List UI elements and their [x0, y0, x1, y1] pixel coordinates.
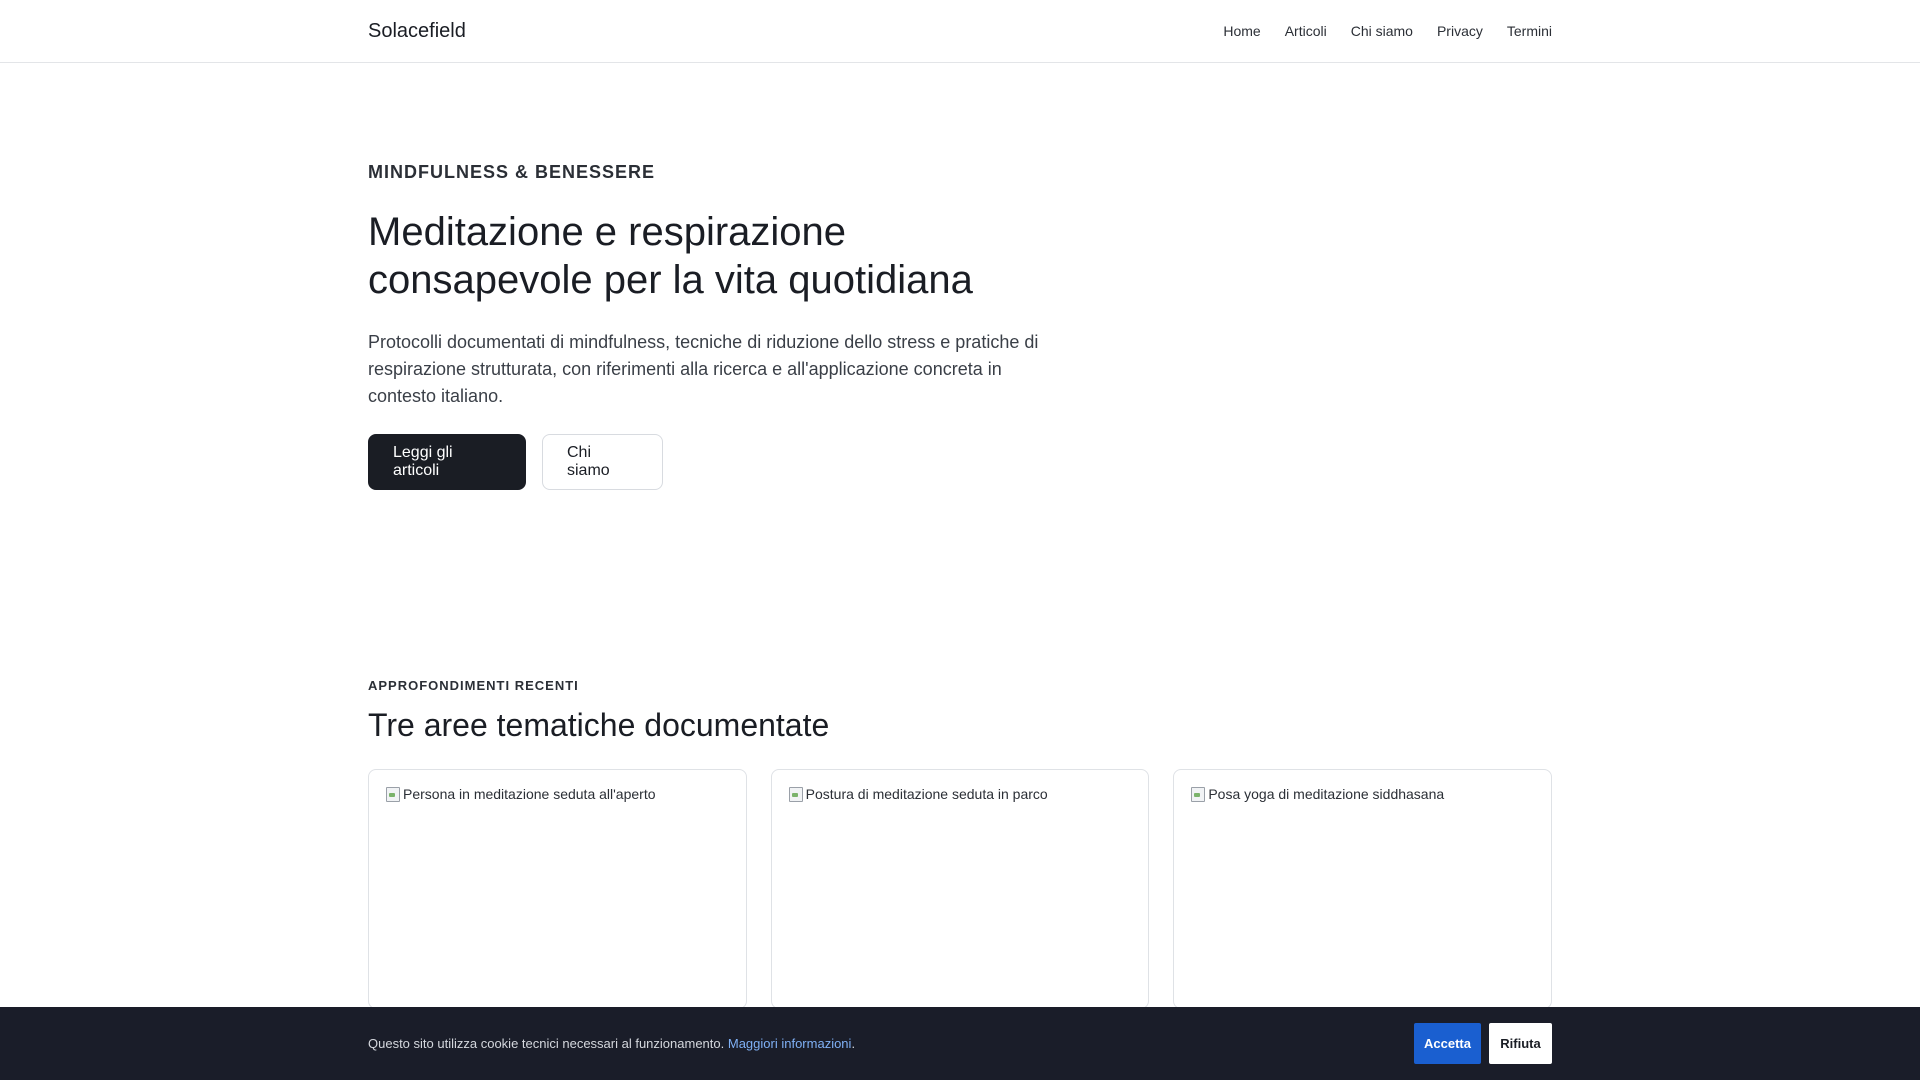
cookie-banner: Questo sito utilizza cookie tecnici nece… [0, 1007, 1920, 1080]
nav-privacy[interactable]: Privacy [1437, 23, 1483, 39]
cookie-reject-button[interactable]: Rifiuta [1489, 1023, 1552, 1064]
recent-eyebrow: APPROFONDIMENTI RECENTI [368, 678, 579, 693]
hero-actions: Leggi gli articoli Chi siamo [368, 434, 1552, 490]
cookie-text: Questo sito utilizza cookie tecnici nece… [368, 1036, 725, 1051]
cookie-more-info-link[interactable]: Maggiori informazioni [728, 1036, 852, 1051]
brand-logo[interactable]: Solacefield [368, 20, 466, 43]
card-image: Persona in meditazione seduta all'aperto [385, 786, 730, 802]
hero-title: Meditazione e respirazione consapevole p… [368, 210, 973, 302]
site-header: Solacefield Home Articoli Chi siamo Priv… [0, 0, 1920, 63]
card-image-alt: Persona in meditazione seduta all'aperto [403, 786, 656, 802]
article-cards: Persona in meditazione seduta all'aperto… [368, 769, 1553, 1009]
nav-termini[interactable]: Termini [1507, 23, 1552, 39]
hero-lead: Protocolli documentati di mindfulness, t… [368, 332, 1039, 406]
cookie-accept-button[interactable]: Accetta [1414, 1023, 1481, 1064]
broken-image-icon [385, 786, 401, 802]
nav-articoli[interactable]: Articoli [1285, 23, 1327, 39]
main-nav: Home Articoli Chi siamo Privacy Termini [1223, 23, 1552, 39]
recent-title: Tre aree tematiche documentate [368, 707, 830, 743]
card-image-alt: Postura di meditazione seduta in parco [805, 786, 1048, 802]
article-card[interactable]: Persona in meditazione seduta all'aperto [368, 769, 747, 1009]
card-image: Postura di meditazione seduta in parco [788, 786, 1133, 802]
article-card[interactable]: Posa yoga di meditazione siddhasana [1173, 769, 1553, 1009]
nav-chi-siamo[interactable]: Chi siamo [1351, 23, 1413, 39]
hero-section: MINDFULNESS & BENESSERE Meditazione e re… [0, 63, 1920, 490]
cookie-message: Questo sito utilizza cookie tecnici nece… [368, 1036, 856, 1051]
card-image-alt: Posa yoga di meditazione siddhasana [1208, 786, 1445, 802]
card-image: Posa yoga di meditazione siddhasana [1190, 786, 1535, 802]
cookie-actions: Accetta Rifiuta [1414, 1023, 1552, 1064]
nav-home[interactable]: Home [1223, 23, 1260, 39]
about-us-button[interactable]: Chi siamo [542, 434, 663, 490]
recent-section: APPROFONDIMENTI RECENTI Tre aree tematic… [0, 678, 1920, 1009]
broken-image-icon [788, 786, 804, 802]
read-articles-button[interactable]: Leggi gli articoli [368, 434, 526, 490]
article-card[interactable]: Postura di meditazione seduta in parco [770, 769, 1150, 1009]
broken-image-icon [1190, 786, 1206, 802]
hero-eyebrow: MINDFULNESS & BENESSERE [368, 162, 656, 182]
